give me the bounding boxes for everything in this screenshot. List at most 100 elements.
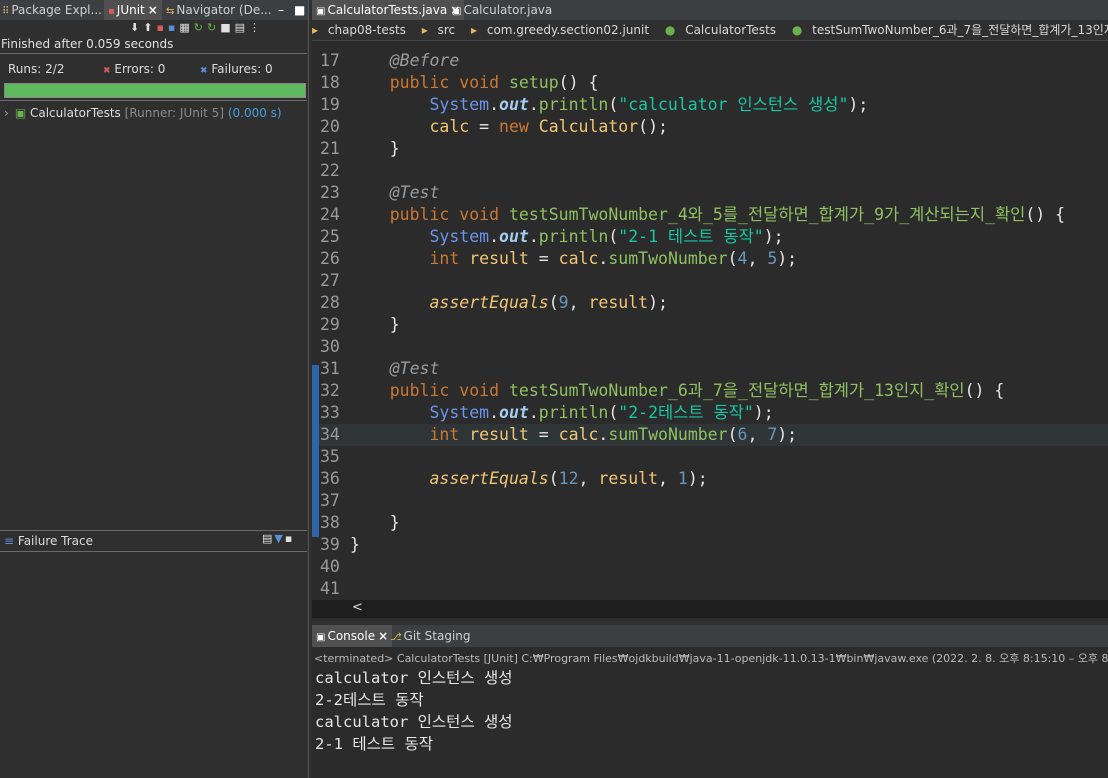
console-line: 2-1 테스트 동작 bbox=[315, 735, 433, 753]
line-number: 36 bbox=[320, 469, 340, 488]
line-number: 41 bbox=[320, 579, 340, 598]
console-output[interactable]: <terminated> CalculatorTests [JUnit] C:₩… bbox=[312, 647, 1108, 778]
tab-package-explorer[interactable]: ⠿ Package Expl... bbox=[2, 0, 102, 20]
line-number: 29 bbox=[320, 315, 340, 334]
editor-tab-bar: ▣ CalculatorTests.java × ▣ Calculator.java bbox=[312, 0, 1108, 20]
trace-toolbar: ▤▼▪ bbox=[262, 532, 294, 545]
navigator-icon: ⇆ bbox=[166, 6, 175, 17]
tab-junit[interactable]: ▪ JUnit × bbox=[104, 0, 162, 20]
junit-status: Finished after 0.059 seconds bbox=[1, 37, 174, 51]
line-number: 17 bbox=[320, 51, 340, 70]
stop-icon[interactable]: ■ bbox=[220, 21, 234, 34]
tab-calculatortests-java[interactable]: ▣ CalculatorTests.java × bbox=[312, 0, 465, 20]
line-number: 31 bbox=[320, 359, 340, 378]
divider bbox=[0, 100, 307, 101]
line-number: 20 bbox=[320, 117, 340, 136]
line-number: 25 bbox=[320, 227, 340, 246]
line-number: 35 bbox=[320, 447, 340, 466]
change-marker bbox=[312, 365, 319, 537]
console-header: <terminated> CalculatorTests [JUnit] C:₩… bbox=[314, 652, 1108, 665]
rerun-icon[interactable]: ↻ bbox=[194, 21, 207, 34]
error-icon: ✖ bbox=[103, 66, 111, 76]
console-icon: ▣ bbox=[316, 632, 326, 643]
line-number: 39 bbox=[320, 535, 340, 554]
junit-panel: ⠿ Package Expl... ▪ JUnit × ⇆ Navigator (De.… bbox=[0, 0, 309, 778]
close-icon[interactable]: × bbox=[148, 3, 158, 17]
runs-counter: Runs: 2/2 bbox=[8, 62, 65, 76]
progress-fill bbox=[5, 84, 305, 97]
line-number: 28 bbox=[320, 293, 340, 312]
package-icon: ⠿ bbox=[2, 6, 10, 17]
current-line: 34 int result = calc.sumTwoNumber(6, 7); bbox=[312, 424, 1108, 446]
history-icon[interactable]: ▦ bbox=[179, 21, 193, 34]
line-number: 24 bbox=[320, 205, 340, 224]
errors-counter: ✖ Errors: 0 bbox=[103, 62, 166, 76]
chevron-right-icon[interactable]: › bbox=[4, 106, 9, 120]
tab-git-staging[interactable]: ⎇ Git Staging bbox=[390, 625, 471, 647]
line-number: 21 bbox=[320, 139, 340, 158]
divider bbox=[0, 551, 307, 552]
list-icon: ≡ bbox=[4, 534, 15, 548]
git-icon: ⎇ bbox=[390, 632, 402, 643]
tab-calculator-java[interactable]: ▣ Calculator.java bbox=[452, 0, 552, 20]
annotation: @Before bbox=[389, 51, 460, 70]
junit-toolbar: ⬇⬆▪▪▦↻↻■▤⋮ bbox=[130, 21, 264, 35]
filter-icon[interactable]: ▼ bbox=[274, 532, 284, 545]
test-tree-item[interactable]: › ▣ CalculatorTests [Runner: JUnit 5] (0.… bbox=[4, 106, 282, 120]
junit-icon: ▪ bbox=[108, 6, 115, 17]
console-tab-bar: ▣ Console × ⎇ Git Staging bbox=[312, 625, 1108, 647]
java-file-icon: ▣ bbox=[452, 6, 462, 17]
failures-counter: ✖ Failures: 0 bbox=[200, 62, 273, 76]
line-number: 23 bbox=[320, 183, 340, 202]
show-failures-icon[interactable]: ▪ bbox=[156, 21, 167, 34]
line-number: 18 bbox=[320, 73, 340, 92]
breadcrumb: ▸ chap08-tests ▸ src ▸ com.greedy.sectio… bbox=[312, 20, 1108, 41]
folder-icon: ▸ bbox=[421, 23, 428, 37]
failure-trace-header: ≡ Failure Trace bbox=[4, 534, 94, 548]
scroll-lock-icon[interactable]: ▪ bbox=[168, 21, 179, 34]
class-icon: ● bbox=[664, 23, 676, 37]
progress-bar bbox=[4, 83, 306, 98]
method-icon: ● bbox=[791, 23, 803, 37]
copy-trace-icon[interactable]: ▤ bbox=[262, 532, 274, 545]
rerun-failed-icon[interactable]: ↻ bbox=[207, 21, 220, 34]
console-line: calculator 인스턴스 생성 bbox=[315, 669, 513, 687]
line-number: 19 bbox=[320, 95, 340, 114]
menu-icon[interactable]: ⋮ bbox=[249, 21, 264, 34]
java-file-icon: ▣ bbox=[316, 6, 326, 17]
compare-icon[interactable]: ▪ bbox=[285, 532, 294, 545]
divider bbox=[0, 530, 307, 531]
line-number: 27 bbox=[320, 271, 340, 290]
prev-failure-icon[interactable]: ⬆ bbox=[143, 21, 156, 34]
line-number: 30 bbox=[320, 337, 340, 356]
breadcrumb-project[interactable]: ▸ chap08-tests bbox=[312, 23, 412, 37]
line-number: 40 bbox=[320, 557, 340, 576]
console-line: 2-2테스트 동작 bbox=[315, 691, 424, 709]
failure-icon: ✖ bbox=[200, 66, 208, 76]
line-number: 32 bbox=[320, 381, 340, 400]
breadcrumb-package[interactable]: ▸ com.greedy.section02.junit bbox=[471, 23, 655, 37]
next-failure-icon[interactable]: ⬇ bbox=[130, 21, 143, 34]
tab-navigator[interactable]: ⇆ Navigator (De... bbox=[166, 0, 272, 20]
test-suite-icon: ▣ bbox=[14, 106, 27, 120]
line-number: 22 bbox=[320, 161, 340, 180]
tab-console[interactable]: ▣ Console × bbox=[312, 625, 393, 647]
project-icon: ▸ bbox=[312, 23, 319, 37]
line-number: 38 bbox=[320, 513, 340, 532]
layout-icon[interactable]: ▤ bbox=[235, 21, 249, 34]
horizontal-scrollbar[interactable]: < bbox=[312, 600, 1108, 618]
divider bbox=[0, 53, 307, 54]
close-icon[interactable]: × bbox=[378, 629, 388, 643]
console-line: calculator 인스턴스 생성 bbox=[315, 713, 513, 731]
scroll-left-arrow[interactable]: < bbox=[352, 600, 363, 615]
code-editor[interactable]: 16 17 @Before 18 public void setup() { 1… bbox=[312, 20, 1108, 620]
breadcrumb-method[interactable]: ● testSumTwoNumber_6과_7을_전달하면_합계가_13인지_확… bbox=[792, 23, 1108, 37]
line-number: 33 bbox=[320, 403, 340, 422]
package-icon: ▸ bbox=[470, 23, 478, 37]
line-number: 37 bbox=[320, 491, 340, 510]
breadcrumb-src[interactable]: ▸ src bbox=[422, 23, 461, 37]
line-number: 34 bbox=[320, 425, 340, 444]
minimize-icon[interactable]: – bbox=[278, 0, 284, 20]
maximize-icon[interactable]: ■ bbox=[294, 0, 305, 20]
breadcrumb-class[interactable]: ● CalculatorTests bbox=[665, 23, 782, 37]
